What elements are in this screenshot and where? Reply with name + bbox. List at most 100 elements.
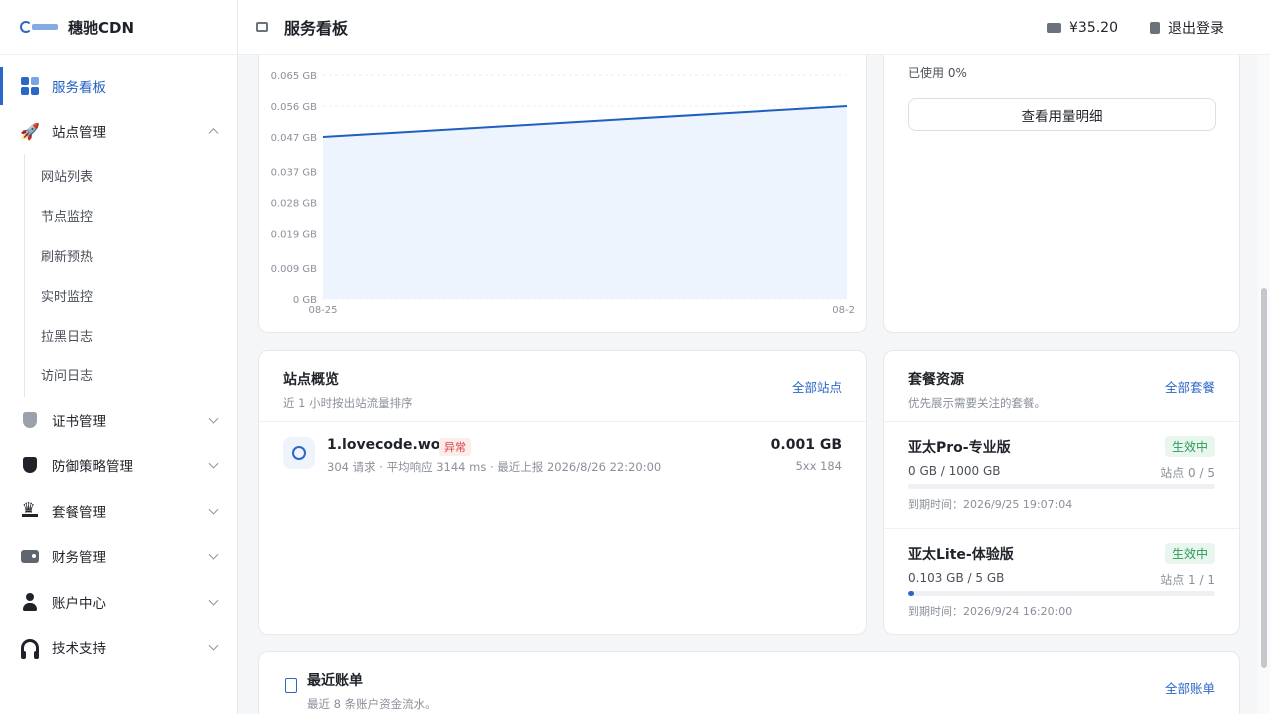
dashboard-icon	[20, 76, 40, 96]
sidebar-subitem-website-list[interactable]: 网站列表	[25, 156, 237, 196]
sidebar-item-plans[interactable]: 套餐管理	[0, 488, 237, 534]
plan-usage: 0 GB / 1000 GB	[908, 464, 1001, 478]
wallet-icon	[20, 546, 40, 566]
plan-item[interactable]: 亚太Pro-专业版 生效中 0 GB / 1000 GB 站点 0 / 5 到期…	[908, 436, 1215, 537]
chevron-down-icon	[208, 458, 219, 469]
chevron-up-icon	[208, 128, 219, 139]
plan-usage: 0.103 GB / 5 GB	[908, 571, 1005, 585]
usage-percent: 已使用 0%	[908, 66, 967, 80]
sidebar: 穗驰CDN 服务看板 🚀 站点管理 网站列表 节点监控 刷新预热 实时监控 拉黑…	[0, 0, 238, 714]
logout-icon	[1150, 21, 1160, 34]
plan-expiry: 到期时间：2026/9/24 16:20:00	[908, 605, 1073, 618]
y-tick-label: 0.047 GB	[271, 133, 318, 144]
plan-resources-card: 套餐资源 优先展示需要关注的套餐。 全部套餐 亚太Pro-专业版 生效中 0 G…	[883, 350, 1240, 635]
plan-sites: 站点 1 / 1	[1160, 573, 1215, 587]
y-tick-label: 0.037 GB	[271, 167, 318, 178]
main-content: 0 GB 0.009 GB 0.019 GB 0.028 GB 0.037 GB 0.04…	[238, 55, 1258, 714]
shield-check-icon	[20, 410, 40, 430]
sidebar-subitem-block-log[interactable]: 拉黑日志	[25, 315, 237, 355]
crown-icon	[20, 499, 40, 521]
scroll-thumb[interactable]	[1261, 288, 1267, 668]
all-sites-link[interactable]: 全部站点	[792, 377, 842, 396]
status-badge: 生效中	[1164, 543, 1215, 564]
traffic-chart-card: 0 GB 0.009 GB 0.019 GB 0.028 GB 0.037 GB 0.04…	[258, 55, 867, 333]
sidebar-subitem-node-monitor[interactable]: 节点监控	[25, 196, 237, 236]
logout-label: 退出登录	[1168, 20, 1224, 37]
balance-amount: ¥35.20	[1069, 19, 1118, 36]
balance-button[interactable]: ¥35.20	[1047, 20, 1118, 36]
y-tick-label: 0.019 GB	[271, 230, 318, 241]
sidebar-item-support[interactable]: 技术支持	[0, 624, 237, 670]
traffic-chart: 0 GB0.009 GB0.019 GB0.028 GB0.037 GB0.04…	[271, 71, 855, 316]
y-tick-label: 0.065 GB	[271, 71, 318, 82]
divider	[884, 421, 1239, 422]
plan-expiry: 到期时间：2026/9/25 19:07:04	[908, 498, 1073, 511]
sidebar-item-sites[interactable]: 🚀 站点管理	[0, 109, 237, 155]
topbar-actions: ¥35.20 退出登录	[1047, 0, 1224, 55]
brand[interactable]: 穗驰CDN	[0, 0, 237, 55]
card-title: 最近账单	[307, 673, 363, 689]
card-title: 站点概览	[283, 372, 339, 388]
sidebar-subitem-access-log[interactable]: 访问日志	[25, 355, 237, 395]
x-tick-label: 08-25	[308, 305, 337, 316]
globe-icon	[283, 437, 315, 469]
all-plans-link[interactable]: 全部套餐	[1165, 377, 1215, 396]
y-tick-label: 0.028 GB	[271, 199, 318, 210]
sidebar-item-label: 防御策略管理	[52, 459, 133, 476]
plan-progress-bar	[908, 591, 1215, 596]
plan-sites: 站点 0 / 5	[1160, 466, 1215, 480]
page-scrollbar[interactable]	[1258, 55, 1270, 714]
card-subtitle: 近 1 小时按出站流量排序	[283, 396, 413, 410]
sites-overview-card: 站点概览 近 1 小时按出站流量排序 全部站点 1.lovecode.work …	[258, 350, 867, 635]
divider	[259, 421, 866, 422]
list-item[interactable]: 1.lovecode.work 异常 304 请求 · 平均响应 3144 ms…	[283, 437, 842, 477]
sidebar-subitem-realtime-monitor[interactable]: 实时监控	[25, 275, 237, 315]
sidebar-item-account[interactable]: 账户中心	[0, 579, 237, 625]
x-tick-label: 08-2	[832, 305, 855, 316]
wallet-icon	[1047, 22, 1061, 33]
sidebar-item-label: 财务管理	[52, 550, 106, 567]
status-badge: 异常	[439, 438, 471, 456]
chevron-down-icon	[208, 640, 219, 651]
card-title: 套餐资源	[908, 372, 964, 388]
recent-bills-card: 最近账单 最近 8 条账户资金流水。 全部账单	[258, 651, 1240, 714]
site-meta: 304 请求 · 平均响应 3144 ms · 最近上报 2026/8/26 2…	[327, 460, 662, 474]
site-traffic: 0.001 GB	[770, 437, 842, 453]
plan-progress-fill	[908, 591, 915, 596]
brand-name: 穗驰CDN	[68, 18, 135, 37]
site-error-code: 5xx 184	[795, 459, 842, 473]
sidebar-item-label: 套餐管理	[52, 504, 106, 521]
sidebar-toggle-icon[interactable]	[256, 22, 268, 32]
view-usage-detail-button[interactable]: 查看用量明细	[908, 98, 1216, 131]
series-area	[323, 106, 847, 299]
logout-button[interactable]: 退出登录	[1150, 18, 1224, 38]
receipt-icon	[285, 678, 297, 693]
sidebar-item-certificates[interactable]: 证书管理	[0, 397, 237, 443]
page-title: 服务看板	[284, 19, 349, 38]
plan-name: 亚太Pro-专业版	[908, 440, 1011, 456]
sidebar-item-label: 站点管理	[52, 125, 106, 142]
sites-subnav: 网站列表 节点监控 刷新预热 实时监控 拉黑日志 访问日志	[24, 154, 237, 397]
usage-card: 已使用 0% 查看用量明细	[883, 55, 1240, 333]
card-subtitle: 优先展示需要关注的套餐。	[908, 396, 1046, 410]
topbar: 服务看板 ¥35.20 退出登录	[238, 0, 1270, 55]
card-subtitle: 最近 8 条账户资金流水。	[307, 697, 437, 711]
sidebar-item-label: 服务看板	[52, 79, 106, 96]
plan-name: 亚太Lite-体验版	[908, 547, 1014, 563]
sidebar-item-label: 账户中心	[52, 595, 106, 612]
sidebar-item-defense[interactable]: 防御策略管理	[0, 442, 237, 488]
all-bills-link[interactable]: 全部账单	[1165, 678, 1215, 697]
sidebar-item-dashboard[interactable]: 服务看板	[0, 63, 237, 109]
chevron-down-icon	[208, 595, 219, 606]
sidebar-item-label: 证书管理	[52, 413, 106, 430]
sidebar-item-label: 技术支持	[52, 641, 106, 658]
sidebar-subitem-refresh-prefetch[interactable]: 刷新预热	[25, 236, 237, 276]
y-tick-label: 0.009 GB	[271, 264, 318, 275]
user-icon	[20, 592, 40, 612]
sidebar-item-finance[interactable]: 财务管理	[0, 533, 237, 579]
chevron-down-icon	[208, 549, 219, 560]
plan-item[interactable]: 亚太Lite-体验版 生效中 0.103 GB / 5 GB 站点 1 / 1 …	[908, 543, 1215, 644]
chevron-down-icon	[208, 504, 219, 515]
site-name: 1.lovecode.work	[327, 437, 457, 453]
shield-icon	[20, 455, 40, 475]
